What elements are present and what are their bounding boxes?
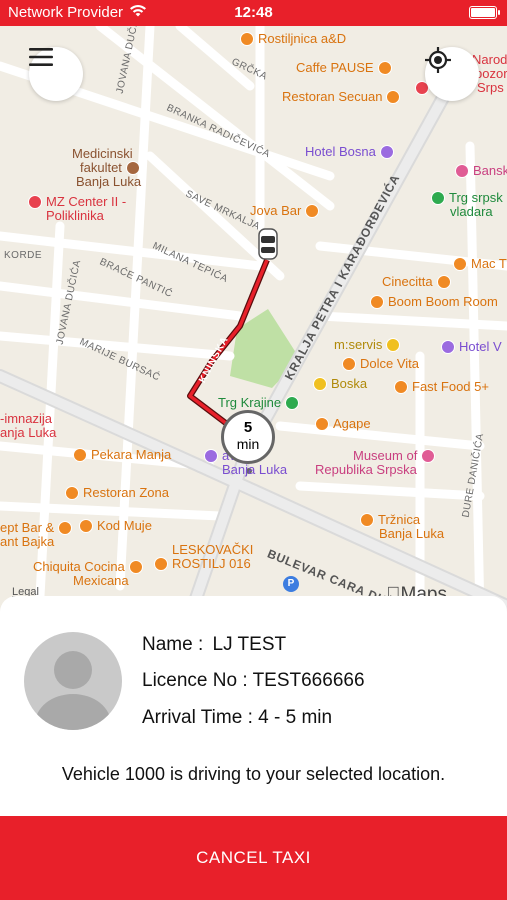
street-label: KORDE — [4, 250, 43, 261]
poi-marker[interactable]: Museum of — [353, 448, 436, 463]
poi-marker[interactable]: vladara — [450, 204, 493, 219]
eta-bubble: 5 min — [221, 410, 275, 464]
arrival-row: Arrival Time : 4 - 5 min — [142, 707, 332, 729]
poi-marker[interactable]: Trg srpsk — [431, 190, 503, 205]
poi-marker[interactable]: Restoran Secuan — [282, 89, 401, 104]
poi-marker[interactable]: MZ Center II - — [28, 194, 126, 209]
poi-marker[interactable]: Tržnica — [360, 512, 420, 527]
poi-marker[interactable]: Jova Bar — [250, 203, 320, 218]
driver-sheet: Name : LJ TEST Licence No : TEST666666 A… — [0, 596, 507, 816]
status-bar: Network Provider 12:48 — [0, 0, 507, 26]
driver-name-row: Name : LJ TEST — [142, 634, 286, 656]
poi-marker[interactable]: Srps — [477, 80, 504, 95]
poi-marker[interactable]: Dolce Vita — [342, 356, 419, 371]
driver-avatar — [24, 632, 122, 730]
recenter-button[interactable] — [425, 47, 479, 101]
licence-label: Licence No : — [142, 670, 248, 691]
poi-marker[interactable]: ant Bajka — [0, 534, 54, 549]
arrival-value: 4 - 5 min — [258, 707, 333, 728]
poi-marker[interactable]: Fast Food 5+ — [394, 379, 489, 394]
status-time: 12:48 — [234, 4, 273, 21]
poi-marker[interactable]: Trg Krajine — [218, 395, 300, 410]
person-icon — [35, 651, 111, 730]
poi-marker[interactable]: Restoran Zona — [65, 485, 169, 500]
poi-marker[interactable]: ROSTILJ 016 — [154, 556, 251, 571]
poi-marker[interactable]: Rostiljnica a&D — [240, 31, 346, 46]
eta-value: 5 — [243, 419, 253, 436]
poi-marker[interactable]: Cinecitta — [382, 274, 451, 289]
poi-marker[interactable]: -imnazija — [0, 411, 52, 426]
poi-marker[interactable]: Bansk — [455, 163, 507, 178]
menu-button[interactable] — [29, 47, 83, 101]
poi-marker[interactable]: Hotel V — [441, 339, 502, 354]
poi-marker[interactable]: Chiquita Cocina — [33, 559, 143, 574]
poi-marker[interactable]: fakultet — [80, 160, 140, 175]
map-view[interactable]: JOVANA DUČIĆA GRČKA BRANKA RADIČEVIĆA SA… — [0, 26, 507, 616]
poi-marker[interactable]: Banja Luka — [222, 462, 287, 477]
parking-icon: P — [283, 576, 299, 592]
poi-marker[interactable]: Boska — [313, 376, 367, 391]
poi-marker[interactable]: Banja Luka — [379, 526, 444, 541]
poi-marker[interactable]: Republika Srpska — [315, 462, 417, 477]
name-label: Name : — [142, 634, 204, 655]
licence-row: Licence No : TEST666666 — [142, 670, 365, 692]
battery-icon — [469, 6, 500, 19]
poi-marker[interactable]: pozori — [475, 66, 507, 81]
poi-marker[interactable]: Banja Luka — [76, 174, 141, 189]
poi-marker[interactable]: Hotel Bosna — [305, 144, 394, 159]
cancel-taxi-button[interactable]: CANCEL TAXI — [0, 816, 507, 900]
poi-marker[interactable]: Boom Boom Room — [370, 294, 498, 309]
poi-marker[interactable]: m:servis — [334, 337, 401, 352]
poi-marker[interactable]: Mexicana — [73, 573, 129, 588]
eta-unit: min — [236, 436, 260, 452]
poi-marker[interactable]: ept Bar & — [0, 520, 73, 535]
poi-marker[interactable]: Kod Muje — [79, 518, 152, 533]
poi-marker[interactable]: LESKOVAČKI — [172, 542, 253, 557]
licence-value: TEST666666 — [252, 670, 365, 691]
status-message: Vehicle 1000 is driving to your selected… — [61, 764, 446, 784]
poi-marker[interactable]: Medicinski — [72, 146, 133, 161]
poi-marker[interactable]: Poliklinika — [46, 208, 104, 223]
poi-marker[interactable]: Caffe PAUSE — [296, 60, 392, 75]
poi-marker[interactable]: Agape — [315, 416, 371, 431]
arrival-label: Arrival Time : — [142, 707, 253, 728]
driver-name: LJ TEST — [212, 634, 287, 655]
poi-marker[interactable]: Mac T — [453, 256, 507, 271]
poi-marker[interactable]: anja Luka — [0, 425, 56, 440]
taxi-icon — [258, 228, 278, 260]
poi-marker[interactable]: Pekara Manja — [73, 447, 171, 462]
